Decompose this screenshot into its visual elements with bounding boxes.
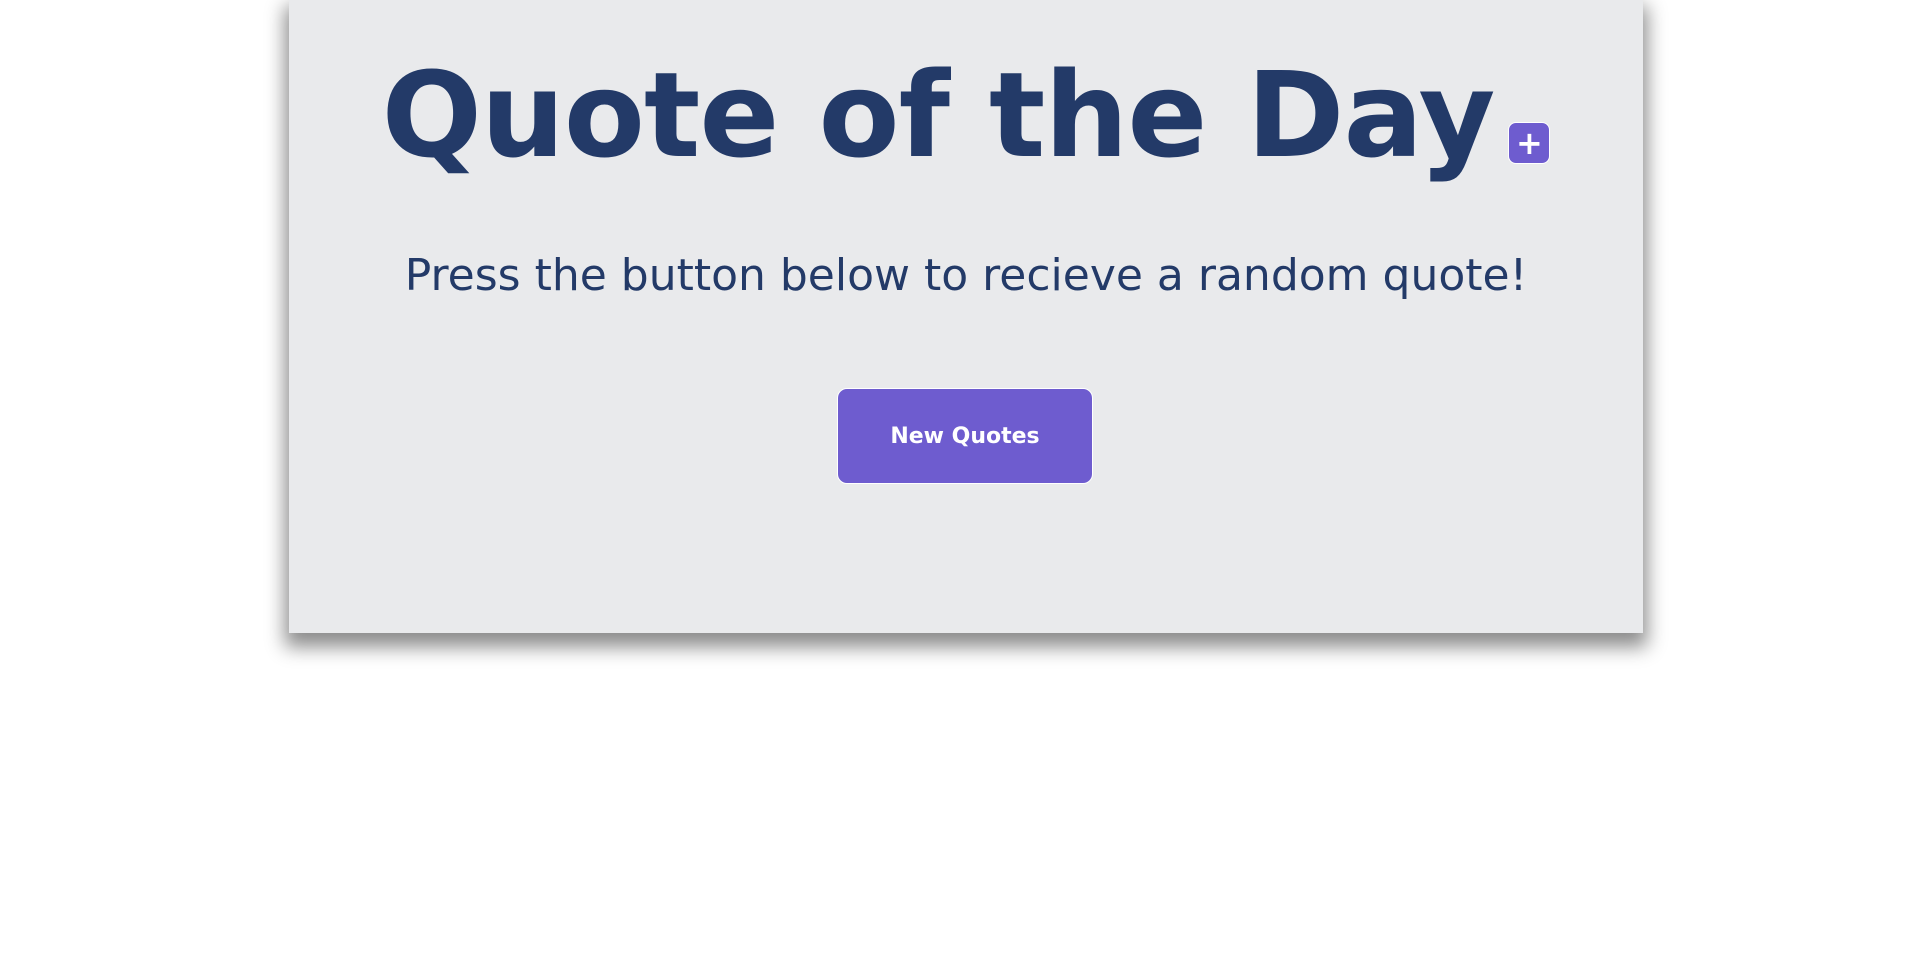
instructions-text: Press the button below to recieve a rand… xyxy=(404,250,1528,301)
quote-card: Quote of the Day + Press the button below… xyxy=(289,0,1643,633)
page-title: Quote of the Day xyxy=(381,46,1496,184)
page: Quote of the Day + Press the button below… xyxy=(0,0,1922,975)
new-quotes-button[interactable]: New Quotes xyxy=(837,388,1093,484)
title-row: Quote of the Day + xyxy=(289,50,1643,180)
plus-icon[interactable]: + xyxy=(1508,122,1551,164)
